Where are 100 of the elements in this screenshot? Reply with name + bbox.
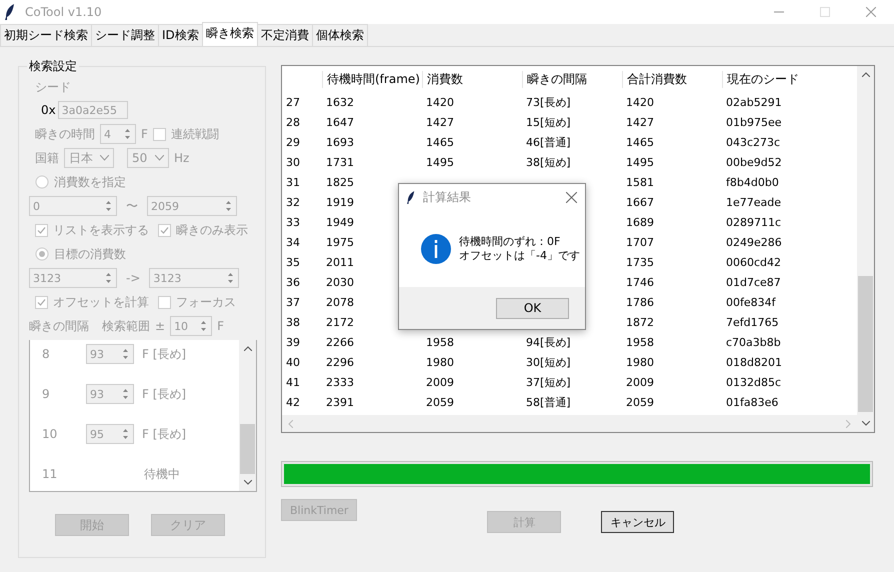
table-cell: 1420 — [626, 96, 654, 108]
info-icon — [421, 234, 451, 264]
scroll-thumb[interactable] — [240, 424, 255, 474]
table-cell: 01b975ee — [726, 116, 782, 128]
table-cell: 1735 — [626, 256, 654, 268]
column-header[interactable]: 待機時間(frame) — [327, 72, 420, 86]
table-cell: 34 — [286, 236, 300, 248]
scrollbar[interactable] — [857, 66, 874, 432]
table-cell: 1975 — [326, 236, 354, 248]
table-cell: 40 — [286, 356, 300, 368]
table-cell: 043c273c — [726, 136, 780, 148]
search-range-label: 検索範囲 — [102, 318, 150, 334]
table-cell: 1e77eade — [726, 196, 782, 208]
table-cell: 1693 — [326, 136, 354, 148]
feather-icon — [407, 190, 415, 204]
table-cell: c70a3b8b — [726, 336, 781, 348]
close-icon[interactable] — [866, 7, 876, 17]
dialog-title: 計算結果 — [423, 188, 471, 206]
table-cell: 1958 — [426, 336, 454, 348]
table-cell: 1872 — [626, 316, 654, 328]
table-cell: 39 — [286, 336, 300, 348]
table-cell: 27 — [286, 96, 300, 108]
table-cell: 31 — [286, 176, 300, 188]
table-cell: 02ab5291 — [726, 96, 782, 108]
table-cell: 1786 — [626, 296, 654, 308]
table-cell: 58[普通] — [526, 396, 571, 408]
table-cell: 1495 — [626, 156, 654, 168]
table-cell: 37 — [286, 296, 300, 308]
column-header[interactable]: 現在のシード — [727, 72, 799, 86]
interval-unit-label: F [長め] — [142, 426, 186, 442]
table-cell: 32 — [286, 196, 300, 208]
message-text: 待機時間のずれ：0F — [459, 234, 562, 248]
table-cell: 00fe834f — [726, 296, 776, 308]
interval-index: 8 — [42, 347, 51, 361]
table-cell: 1420 — [426, 96, 454, 108]
blink-time-label: 瞬きの時間 — [35, 126, 95, 142]
tab[interactable]: 瞬き検索 — [202, 22, 258, 46]
table-cell: 94[長め] — [526, 336, 571, 348]
plus-minus-label: ± — [155, 319, 166, 333]
table-cell: 35 — [286, 256, 300, 268]
scroll-thumb[interactable] — [858, 276, 873, 412]
table-cell: 36 — [286, 276, 300, 288]
table-cell: 1427 — [626, 116, 654, 128]
table-cell: 73[長め] — [526, 96, 571, 108]
table-cell: 0249e286 — [726, 236, 782, 248]
table-cell: 2172 — [326, 316, 354, 328]
table-cell: 01fa83e6 — [726, 396, 778, 408]
table-cell: 1949 — [326, 216, 354, 228]
table-cell: 2296 — [326, 356, 354, 368]
table-cell: 2059 — [626, 396, 654, 408]
table-cell: 1919 — [326, 196, 354, 208]
hex-prefix: 0x — [41, 103, 56, 117]
table-cell: 018d8201 — [726, 356, 782, 368]
table-cell: 2333 — [326, 376, 354, 388]
table-cell: 30[短め] — [526, 356, 571, 368]
tab[interactable]: 初期シード検索 — [0, 24, 92, 46]
table-cell: 1731 — [326, 156, 354, 168]
table-cell: 1581 — [626, 176, 654, 188]
action-button[interactable]: キャンセル — [601, 511, 674, 533]
ok-button[interactable]: OK — [496, 298, 569, 318]
table-cell: 37[短め] — [526, 376, 571, 388]
table-cell: 1465 — [426, 136, 454, 148]
table-cell: 2059 — [426, 396, 454, 408]
message-text: オフセットは「-4」です — [459, 248, 580, 262]
tab[interactable]: 個体検索 — [312, 24, 368, 46]
table-cell: 0132d85c — [726, 376, 782, 388]
table-cell: 1495 — [426, 156, 454, 168]
table-cell: 41 — [286, 376, 300, 388]
table-cell: 1427 — [426, 116, 454, 128]
table-cell: 42 — [286, 396, 300, 408]
table-cell: 2009 — [426, 376, 454, 388]
horizontal-scrollbar[interactable] — [282, 415, 857, 432]
interval-index: 10 — [42, 427, 58, 441]
table-cell: 1632 — [326, 96, 354, 108]
column-header[interactable]: 消費数 — [427, 72, 463, 86]
table-cell: 1707 — [626, 236, 654, 248]
table-cell: 2078 — [326, 296, 354, 308]
region-label: 国籍 — [35, 150, 59, 166]
unit-label: F — [141, 127, 148, 141]
column-header[interactable]: 瞬きの間隔 — [527, 72, 587, 86]
window-title: CoTool v1.10 — [25, 5, 102, 19]
close-icon[interactable] — [566, 192, 577, 202]
interval-index: 9 — [42, 387, 51, 401]
table-cell: 46[普通] — [526, 136, 571, 148]
interval-label: 瞬きの間隔 — [29, 318, 89, 334]
interval-unit-label: F [長め] — [142, 386, 186, 402]
feather-icon — [5, 4, 15, 20]
table-cell: 7efd1765 — [726, 316, 779, 328]
unit-label: F — [217, 319, 224, 333]
table-cell: 0289711c — [726, 216, 782, 228]
table-cell: 15[短め] — [526, 116, 571, 128]
group-title: 検索設定 — [27, 58, 79, 75]
table-cell: 1689 — [626, 216, 654, 228]
column-header[interactable]: 合計消費数 — [627, 72, 687, 86]
table-cell: 1667 — [626, 196, 654, 208]
table-cell: 30 — [286, 156, 300, 168]
seed-label: シード — [34, 79, 72, 96]
table-cell: 0060cd42 — [726, 256, 782, 268]
interval-index: 11 — [42, 467, 58, 481]
status-label: 待機中 — [144, 466, 180, 482]
